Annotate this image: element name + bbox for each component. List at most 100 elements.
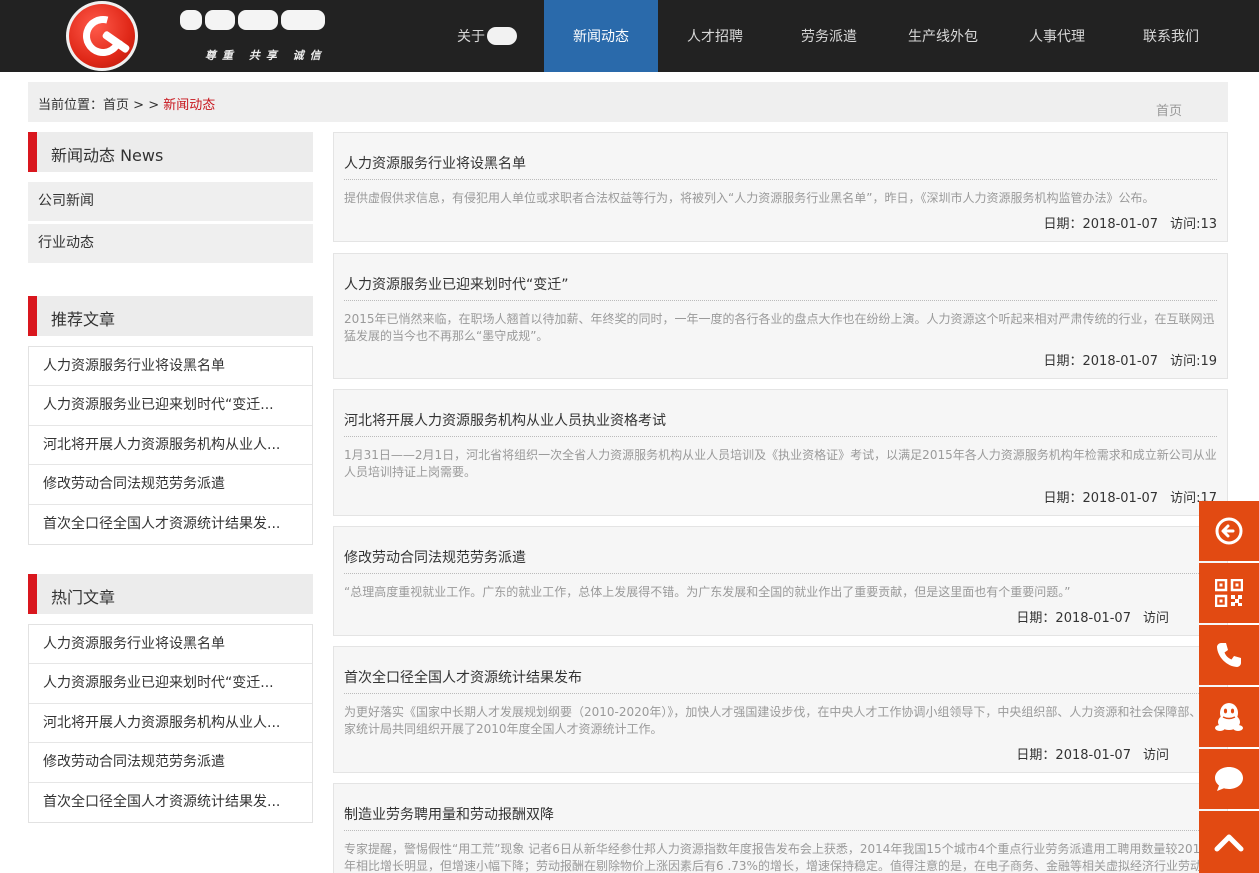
logo-slogan: 尊重 共享 诚信 bbox=[205, 49, 327, 62]
nav-item-label: 联系我们 bbox=[1143, 29, 1199, 45]
article-meta: 日期：2018-01-07 访问:19 bbox=[1044, 350, 1218, 369]
company-logo[interactable] bbox=[66, 1, 138, 71]
back-button[interactable] bbox=[1199, 501, 1259, 561]
chat-button[interactable] bbox=[1199, 749, 1259, 809]
article-date: 日期：2018-01-07 bbox=[1043, 217, 1159, 232]
qq-penguin-icon bbox=[1215, 703, 1243, 731]
article-summary: 专家提醒，警惕假性“用工荒”现象 记者6日从新华经参仕邦人力资源指数年度报告发布… bbox=[344, 842, 1208, 873]
nav-item-outsourcing[interactable]: 生产线外包 bbox=[886, 0, 1000, 72]
nav-item-label: 新闻动态 bbox=[573, 29, 629, 45]
article-title-link[interactable]: 河北将开展人力资源服务机构从业人员执业资格考试 bbox=[344, 410, 666, 430]
list-item[interactable]: 人力资源服务行业将设黑名单 bbox=[29, 347, 312, 387]
nav-item-label: 人才招聘 bbox=[687, 29, 743, 45]
article-visits: 访问 bbox=[1142, 748, 1169, 763]
divider bbox=[344, 573, 1217, 574]
article-date: 日期：2018-01-07 bbox=[1016, 611, 1131, 626]
article-date: 日期：2018-01-07 bbox=[1016, 748, 1131, 763]
nav-item-label: 关于 bbox=[457, 29, 485, 45]
phone-button[interactable] bbox=[1199, 625, 1259, 685]
article-meta: 日期：2018-01-07 访问 bbox=[1016, 744, 1169, 763]
obscured-text bbox=[487, 27, 517, 45]
divider bbox=[344, 693, 1217, 694]
nav-item-label: 劳务派遣 bbox=[801, 29, 857, 45]
article-summary: 为更好落实《国家中长期人才发展规划纲要（2010-2020年）》，加快人才强国建… bbox=[344, 705, 1214, 736]
breadcrumb-bar: 当前位置：首页 > > 新闻动态 首页 bbox=[28, 82, 1228, 122]
sidebar-item-industry-news[interactable]: 行业动态 bbox=[28, 224, 313, 263]
article-meta: 日期：2018-01-07 访问:17 bbox=[1044, 487, 1218, 506]
article-card: 人力资源服务行业将设黑名单 提供虚假供求信息，有侵犯用人单位或求职者合法权益等行… bbox=[333, 132, 1228, 242]
article-title-link[interactable]: 制造业劳务聘用量和劳动报酬双降 bbox=[344, 804, 554, 824]
list-item[interactable]: 首次全口径全国人才资源统计结果发... bbox=[29, 783, 312, 822]
article-visits: 访问:13 bbox=[1170, 217, 1217, 232]
site-header: 尊重 共享 诚信 关于 新闻动态 人才招聘 劳务派遣 生产线外包 人事代理 联系… bbox=[0, 0, 1259, 72]
list-item[interactable]: 人力资源服务业已迎来划时代“变迁... bbox=[29, 386, 312, 426]
sidebar-news-header: 新闻动态 News bbox=[28, 132, 313, 172]
floating-toolbar bbox=[1199, 501, 1259, 873]
article-title-link[interactable]: 首次全口径全国人才资源统计结果发布 bbox=[344, 667, 582, 687]
nav-item-contact[interactable]: 联系我们 bbox=[1114, 0, 1228, 72]
nav-item-label: 人事代理 bbox=[1029, 29, 1085, 45]
breadcrumb-separator: > > bbox=[129, 98, 164, 113]
divider bbox=[344, 300, 1217, 301]
article-card: 人力资源服务业已迎来划时代“变迁” 2015年已悄然来临，在职场人翘首以待加薪、… bbox=[333, 253, 1228, 379]
article-meta: 日期：2018-01-07 访问:13 bbox=[1044, 213, 1218, 232]
breadcrumb-home-link[interactable]: 首页 bbox=[103, 98, 129, 113]
section-accent-bar bbox=[28, 296, 37, 336]
chat-bubble-icon bbox=[1215, 767, 1243, 791]
breadcrumb: 当前位置：首页 > > 新闻动态 bbox=[38, 94, 215, 113]
article-summary: 1月31日——2月1日，河北省将组织一次全省人力资源服务机构从业人员培训及《执业… bbox=[344, 448, 1217, 479]
article-title-link[interactable]: 人力资源服务行业将设黑名单 bbox=[344, 153, 526, 173]
section-title: 推荐文章 bbox=[51, 310, 116, 329]
popular-list: 人力资源服务行业将设黑名单 人力资源服务业已迎来划时代“变迁... 河北将开展人… bbox=[28, 624, 313, 823]
back-to-top-button[interactable] bbox=[1199, 811, 1259, 873]
divider bbox=[344, 179, 1217, 180]
article-card: 首次全口径全国人才资源统计结果发布 为更好落实《国家中长期人才发展规划纲要（20… bbox=[333, 646, 1228, 773]
list-item[interactable]: 修改劳动合同法规范劳务派遣 bbox=[29, 743, 312, 783]
chevron-up-icon bbox=[1214, 834, 1244, 852]
list-item[interactable]: 首次全口径全国人才资源统计结果发... bbox=[29, 505, 312, 544]
section-title: 新闻动态 News bbox=[51, 146, 164, 165]
home-link[interactable]: 首页 bbox=[1156, 100, 1182, 119]
breadcrumb-current: 新闻动态 bbox=[163, 98, 216, 113]
article-card: 制造业劳务聘用量和劳动报酬双降 专家提醒，警惕假性“用工荒”现象 记者6日从新华… bbox=[333, 783, 1228, 873]
nav-item-recruitment[interactable]: 人才招聘 bbox=[658, 0, 772, 72]
article-summary: 2015年已悄然来临，在职场人翘首以待加薪、年终奖的同时，一年一度的各行各业的盘… bbox=[344, 312, 1215, 343]
sidebar-popular-header: 热门文章 bbox=[28, 574, 313, 614]
main-nav: 关于 新闻动态 人才招聘 劳务派遣 生产线外包 人事代理 联系我们 bbox=[430, 0, 1228, 72]
article-summary: “总理高度重视就业工作。广东的就业工作，总体上发展得不错。为广东发展和全国的就业… bbox=[344, 585, 1071, 599]
section-accent-bar bbox=[28, 574, 37, 614]
divider bbox=[344, 436, 1217, 437]
section-title: 热门文章 bbox=[51, 588, 116, 607]
list-item[interactable]: 修改劳动合同法规范劳务派遣 bbox=[29, 465, 312, 505]
article-card: 河北将开展人力资源服务机构从业人员执业资格考试 1月31日——2月1日，河北省将… bbox=[333, 389, 1228, 516]
list-item[interactable]: 河北将开展人力资源服务机构从业人... bbox=[29, 426, 312, 466]
qr-code-button[interactable] bbox=[1199, 563, 1259, 623]
phone-icon bbox=[1217, 643, 1241, 667]
article-visits: 访问 bbox=[1142, 611, 1169, 626]
article-title-link[interactable]: 修改劳动合同法规范劳务派遣 bbox=[344, 547, 526, 567]
sidebar-item-company-news[interactable]: 公司新闻 bbox=[28, 182, 313, 221]
article-meta: 日期：2018-01-07 访问 bbox=[1016, 607, 1169, 626]
nav-item-hr-agency[interactable]: 人事代理 bbox=[1000, 0, 1114, 72]
qr-code-icon bbox=[1215, 579, 1243, 607]
sidebar-recommended-header: 推荐文章 bbox=[28, 296, 313, 336]
article-title-link[interactable]: 人力资源服务业已迎来划时代“变迁” bbox=[344, 274, 569, 294]
list-item[interactable]: 人力资源服务行业将设黑名单 bbox=[29, 625, 312, 665]
nav-item-about[interactable]: 关于 bbox=[430, 0, 544, 72]
article-summary: 提供虚假供求信息，有侵犯用人单位或求职者合法权益等行为，将被列入“人力资源服务行… bbox=[344, 191, 1155, 205]
recommended-list: 人力资源服务行业将设黑名单 人力资源服务业已迎来划时代“变迁... 河北将开展人… bbox=[28, 346, 313, 545]
article-date: 日期：2018-01-07 bbox=[1043, 491, 1159, 506]
qq-button[interactable] bbox=[1199, 687, 1259, 747]
article-visits: 访问:19 bbox=[1170, 354, 1217, 369]
back-arrow-icon bbox=[1215, 517, 1243, 545]
nav-item-labor-dispatch[interactable]: 劳务派遣 bbox=[772, 0, 886, 72]
article-card: 修改劳动合同法规范劳务派遣 “总理高度重视就业工作。广东的就业工作，总体上发展得… bbox=[333, 526, 1228, 636]
breadcrumb-prefix: 当前位置： bbox=[38, 98, 104, 113]
section-accent-bar bbox=[28, 132, 37, 172]
list-item[interactable]: 人力资源服务业已迎来划时代“变迁... bbox=[29, 664, 312, 704]
list-item[interactable]: 河北将开展人力资源服务机构从业人... bbox=[29, 704, 312, 744]
article-date: 日期：2018-01-07 bbox=[1043, 354, 1159, 369]
nav-item-label: 生产线外包 bbox=[908, 29, 978, 45]
divider bbox=[344, 830, 1217, 831]
nav-item-news[interactable]: 新闻动态 bbox=[544, 0, 658, 72]
